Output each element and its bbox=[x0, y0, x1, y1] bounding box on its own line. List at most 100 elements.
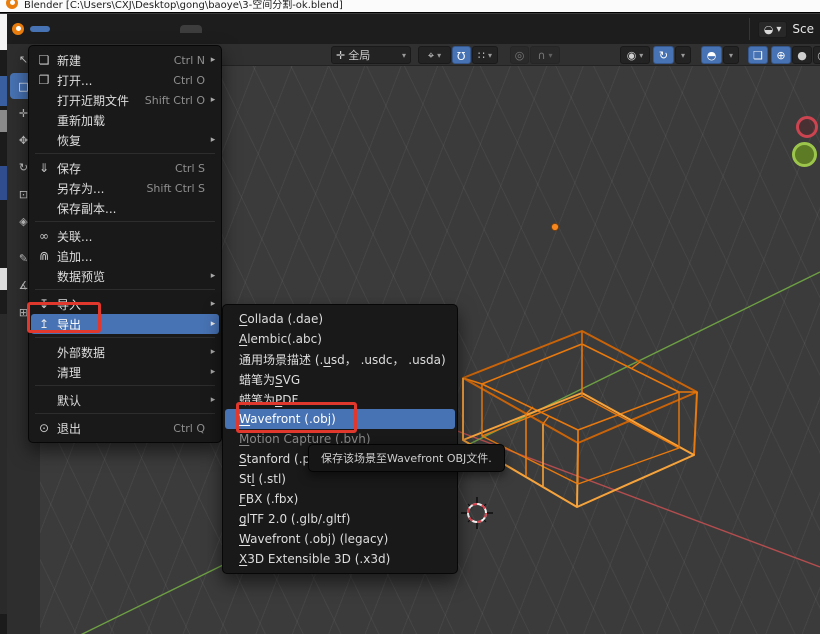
annotate-tool-icon: ✎ bbox=[19, 253, 28, 264]
shading-wireframe-button[interactable]: ⊕ bbox=[771, 46, 791, 64]
submenu-arrow-icon: ▸ bbox=[207, 347, 219, 357]
scale-tool-icon: ⊡ bbox=[19, 189, 28, 200]
submenu-arrow-icon: ▸ bbox=[207, 367, 219, 377]
tooltip-text: 保存该场景至Wavefront OBJ文件. bbox=[321, 450, 492, 466]
file-menu-item[interactable]: 数据预览 ▸ bbox=[31, 266, 219, 286]
export-menu-item[interactable]: Wavefront (.obj) (legacy) bbox=[225, 529, 455, 549]
wireframe-shading-icon: ⊕ bbox=[776, 50, 785, 61]
file-menu-item[interactable]: 默认 ▸ bbox=[31, 390, 219, 410]
open-folder-icon: ❐ bbox=[31, 73, 57, 87]
submenu-arrow-icon: ▸ bbox=[207, 55, 219, 65]
export-menu-item[interactable]: FBX (.fbx) bbox=[225, 489, 455, 509]
file-menu-item[interactable]: 保存副本... bbox=[31, 198, 219, 218]
file-menu-item[interactable]: ⋓ 追加... bbox=[31, 246, 219, 266]
gizmos-dropdown[interactable]: ▾ bbox=[675, 46, 691, 64]
scene-name: Sce bbox=[792, 22, 814, 36]
menu-button[interactable] bbox=[52, 26, 72, 32]
export-menu-item[interactable]: 通用场景描述 (.usd， .usdc， .usda) bbox=[225, 349, 455, 369]
caret-down-icon: ▾ bbox=[437, 51, 441, 60]
orientation-icon: ✛ bbox=[336, 50, 345, 61]
scene-selector[interactable]: ◒ ▾ bbox=[758, 21, 788, 38]
measure-tool-icon: ∡ bbox=[19, 280, 29, 291]
submenu-arrow-icon: ▸ bbox=[207, 319, 219, 329]
workspace-tab[interactable] bbox=[228, 25, 250, 33]
menu-button[interactable] bbox=[74, 26, 94, 32]
falloff-dropdown[interactable]: ∩▾ bbox=[530, 46, 560, 64]
object-visibility-dropdown[interactable]: ◉ ▾ bbox=[620, 46, 650, 64]
tweak-tool-icon: ↖ bbox=[19, 54, 28, 65]
blender-menu-button[interactable] bbox=[6, 23, 30, 35]
export-menu-item[interactable]: Stl (.stl) bbox=[225, 469, 455, 489]
solid-shading-icon: ● bbox=[797, 50, 807, 61]
workspace-tabs bbox=[156, 25, 346, 33]
menu-separator bbox=[35, 337, 215, 338]
snap-settings-dropdown[interactable]: ∷▾ bbox=[472, 46, 498, 64]
menu-button[interactable] bbox=[30, 26, 50, 32]
menu-button[interactable] bbox=[118, 26, 138, 32]
move-tool-icon: ✥ bbox=[19, 135, 28, 146]
magnet-icon: Ω bbox=[457, 50, 465, 61]
transform-orientation-dropdown[interactable]: ✛ 全局 ▾ bbox=[331, 46, 411, 64]
nav-gizmo-x-ball[interactable] bbox=[796, 116, 818, 138]
proportional-editing-toggle[interactable]: ◎ bbox=[510, 46, 529, 64]
file-menu-item[interactable]: ❏ 新建 Ctrl N ▸ bbox=[31, 50, 219, 70]
annotation-rect-export bbox=[27, 302, 101, 333]
menu-separator bbox=[35, 221, 215, 222]
caret-down-icon: ▾ bbox=[776, 24, 781, 35]
workspace-tab[interactable] bbox=[300, 25, 322, 33]
submenu-arrow-icon: ▸ bbox=[207, 271, 219, 281]
gizmos-toggle[interactable]: ↻ bbox=[653, 46, 674, 64]
file-menu-item[interactable]: 清理 ▸ bbox=[31, 362, 219, 382]
overlays-dropdown[interactable]: ▾ bbox=[723, 46, 739, 64]
file-menu-item[interactable]: 重新加载 bbox=[31, 110, 219, 130]
workspace-tab[interactable] bbox=[204, 25, 226, 33]
submenu-arrow-icon: ▸ bbox=[207, 95, 219, 105]
background-window-sliver bbox=[0, 14, 7, 634]
export-submenu: Collada (.dae) Alembic(.abc) 通用场景描述 (.us… bbox=[222, 304, 458, 574]
submenu-arrow-icon: ▸ bbox=[207, 395, 219, 405]
xray-toggle[interactable]: ❏ bbox=[748, 46, 768, 64]
menu-button[interactable] bbox=[96, 26, 116, 32]
menu-separator bbox=[35, 153, 215, 154]
shading-solid-button[interactable]: ● bbox=[792, 46, 812, 64]
menu-separator bbox=[35, 413, 215, 414]
export-menu-item[interactable]: glTF 2.0 (.glb/.gltf) bbox=[225, 509, 455, 529]
workspace-tab[interactable] bbox=[180, 25, 202, 33]
file-menu-item[interactable]: ∞ 关联... bbox=[31, 226, 219, 246]
blender-window: Blender [C:\Users\CXJ\Desktop\gong\baoye… bbox=[0, 0, 820, 634]
export-menu-item[interactable]: X3D Extensible 3D (.x3d) bbox=[225, 549, 455, 569]
workspace-tab[interactable] bbox=[156, 25, 178, 33]
file-menu-item[interactable]: ❐ 打开... Ctrl O bbox=[31, 70, 219, 90]
file-menu-item[interactable]: 恢复 ▸ bbox=[31, 130, 219, 150]
pivot-icon: ⌖ bbox=[428, 50, 434, 61]
annotation-rect-wavefront bbox=[236, 402, 357, 433]
blender-logo-icon bbox=[12, 23, 24, 35]
file-menu-item[interactable]: 另存为... Shift Ctrl S bbox=[31, 178, 219, 198]
shading-material-button[interactable]: ◑ bbox=[813, 46, 820, 64]
xray-icon: ❏ bbox=[753, 50, 763, 61]
caret-down-icon: ▾ bbox=[639, 51, 643, 60]
caret-down-icon: ▾ bbox=[549, 51, 553, 60]
export-menu-item[interactable]: Collada (.dae) bbox=[225, 309, 455, 329]
proportional-icon: ◎ bbox=[515, 50, 525, 61]
file-menu-item[interactable]: 打开近期文件 Shift Ctrl O ▸ bbox=[31, 90, 219, 110]
overlays-icon: ◓ bbox=[707, 50, 717, 61]
file-menu-item[interactable]: ⇓ 保存 Ctrl S bbox=[31, 158, 219, 178]
nav-gizmo-y-ball[interactable] bbox=[792, 142, 817, 167]
menu-separator bbox=[35, 289, 215, 290]
scene-widget: ◒ ▾ Sce bbox=[749, 18, 814, 40]
workspace-tab[interactable] bbox=[276, 25, 298, 33]
topbar: ◒ ▾ Sce bbox=[0, 14, 820, 44]
overlays-toggle[interactable]: ◓ bbox=[701, 46, 722, 64]
submenu-arrow-icon: ▸ bbox=[207, 299, 219, 309]
window-title: Blender [C:\Users\CXJ\Desktop\gong\baoye… bbox=[24, 0, 343, 11]
pivot-point-dropdown[interactable]: ⌖ ▾ bbox=[418, 46, 451, 64]
snap-toggle[interactable]: Ω bbox=[452, 46, 471, 64]
export-menu-item[interactable]: 蜡笔为SVG bbox=[225, 369, 455, 389]
export-menu-item[interactable]: Alembic(.abc) bbox=[225, 329, 455, 349]
file-menu-item[interactable]: 外部数据 ▸ bbox=[31, 342, 219, 362]
workspace-tab[interactable] bbox=[252, 25, 274, 33]
rotate-tool-icon: ↻ bbox=[19, 162, 28, 173]
workspace-tab[interactable] bbox=[324, 25, 346, 33]
file-menu-item[interactable]: ⊙ 退出 Ctrl Q bbox=[31, 418, 219, 438]
